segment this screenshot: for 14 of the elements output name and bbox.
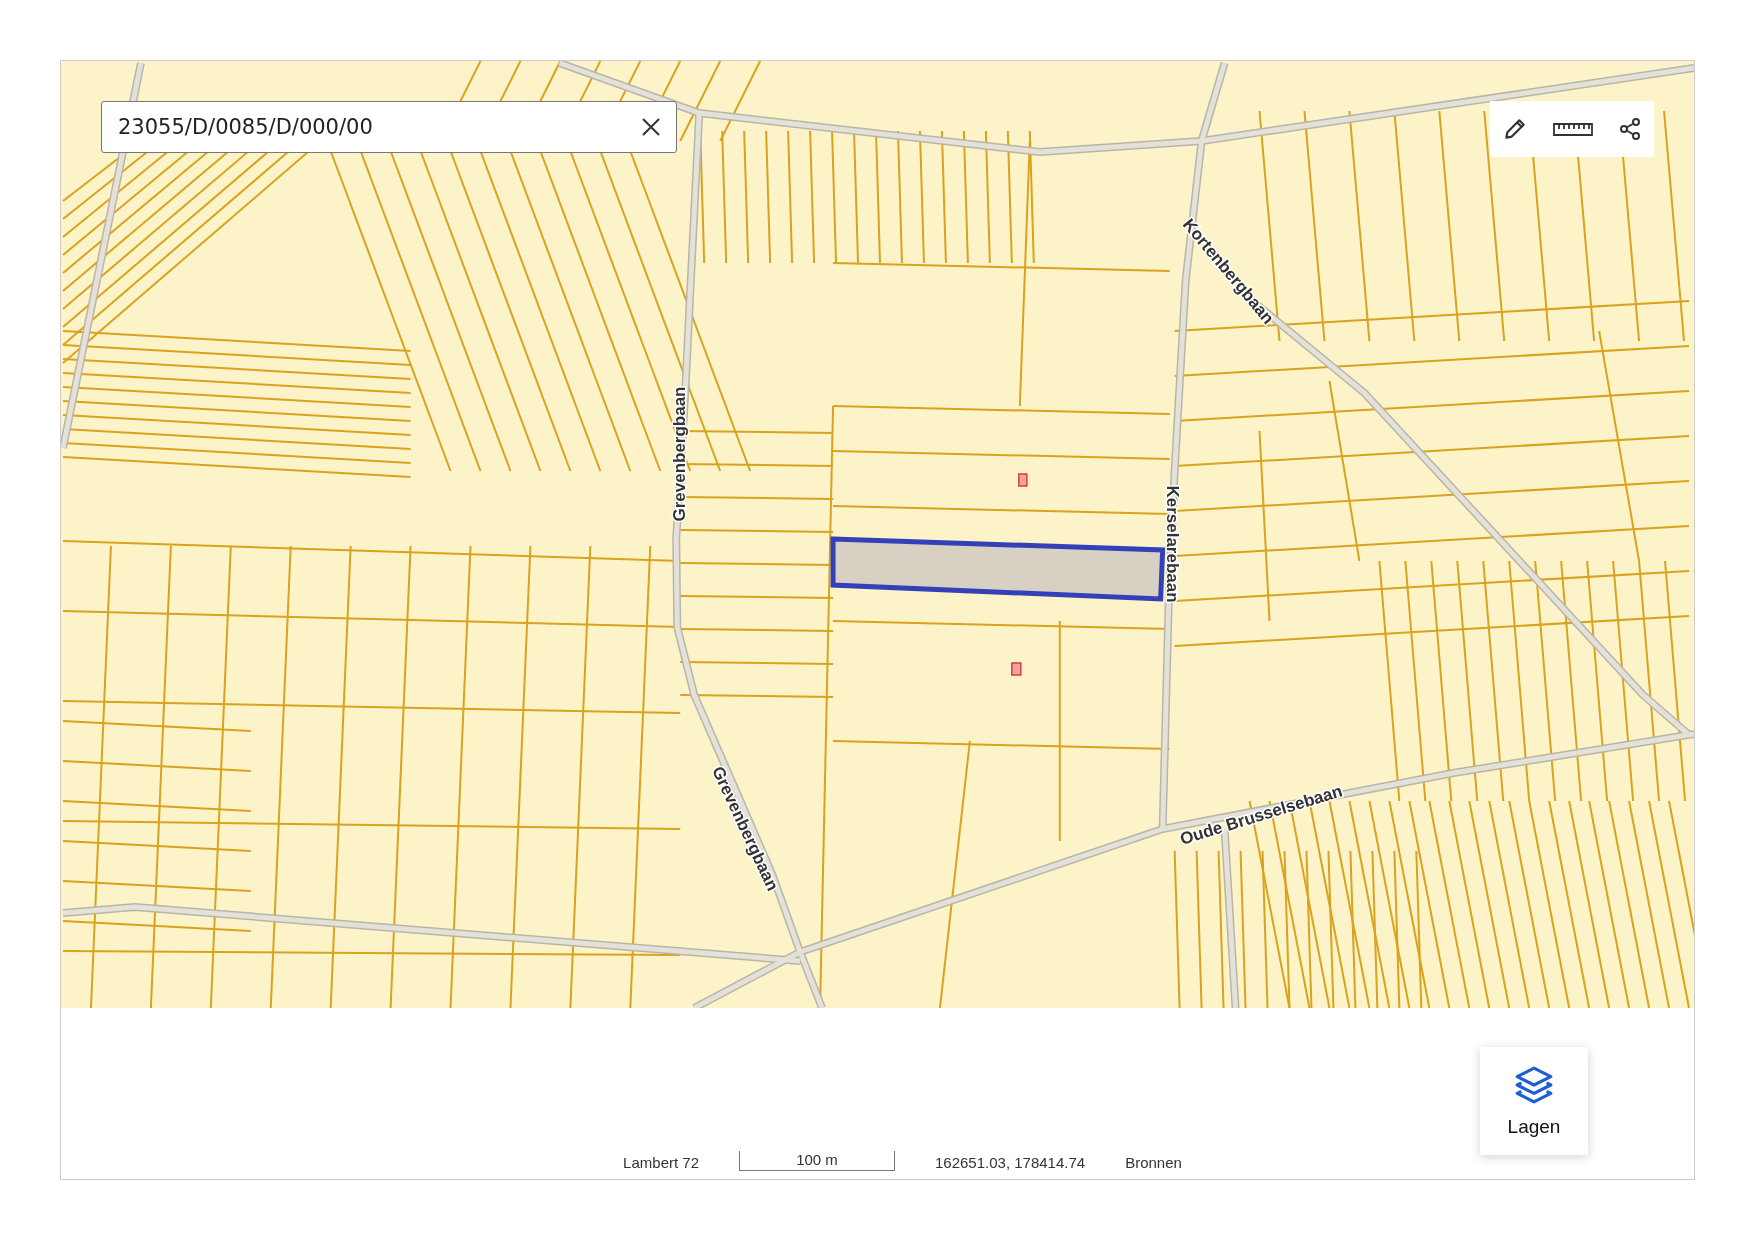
close-icon[interactable] — [641, 117, 661, 137]
road-label: Grevenbergbaan — [669, 386, 689, 522]
share-icon[interactable] — [1617, 117, 1642, 141]
projection-label: Lambert 72 — [623, 1154, 699, 1171]
layers-button[interactable]: Lagen — [1480, 1047, 1588, 1155]
building-marker — [1011, 662, 1022, 676]
search-field[interactable]: 23055/D/0085/D/000/00 — [101, 101, 677, 153]
sources-link[interactable]: Bronnen — [1125, 1154, 1182, 1171]
coordinates-readout: 162651.03, 178414.74 — [935, 1154, 1086, 1171]
scale-bar: 100 m — [739, 1151, 895, 1171]
ruler-icon[interactable] — [1553, 121, 1593, 137]
building-marker — [1018, 473, 1028, 487]
road-label: Kerselarebaan — [1163, 485, 1183, 603]
selected-parcel[interactable] — [830, 536, 1166, 602]
